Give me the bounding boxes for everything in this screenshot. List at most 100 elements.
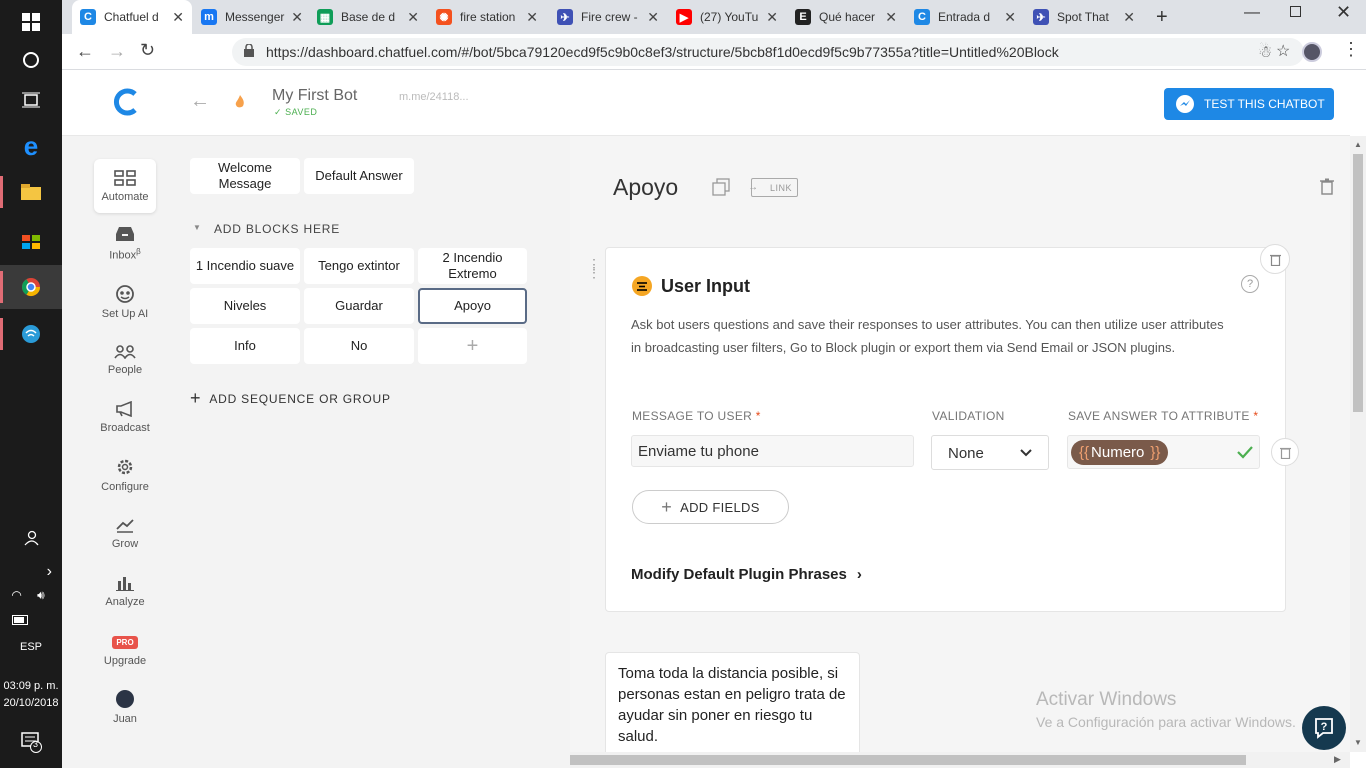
new-tab-button[interactable]: + [1156,6,1168,29]
modify-phrases-link[interactable]: Modify Default Plugin Phrases › [631,566,862,583]
header-back-icon[interactable]: ← [190,90,210,113]
profile-avatar[interactable] [1302,42,1322,62]
add-block-button[interactable]: + [418,328,527,364]
plus-icon: + [190,388,202,408]
add-sequence-button[interactable]: + ADD SEQUENCE OR GROUP [190,388,391,409]
browser-tab[interactable]: ✈ Spot That ✕ [1025,0,1143,34]
scrollbar-thumb[interactable] [1353,154,1363,412]
browser-tab[interactable]: C Entrada d ✕ [906,0,1024,34]
battery-icon[interactable] [0,605,62,635]
nav-item-inbox[interactable]: Inboxβ [94,217,156,271]
copy-icon[interactable] [712,178,730,201]
vertical-scrollbar[interactable]: ▲ ▼ [1350,136,1366,752]
messaging-app-icon[interactable] [0,312,62,356]
delete-field-button[interactable] [1271,438,1299,466]
close-tab-icon[interactable]: ✕ [1123,9,1135,26]
chrome-icon[interactable] [0,265,62,309]
minimize-button[interactable]: — [1244,4,1260,22]
close-tab-icon[interactable]: ✕ [526,9,538,26]
block-item-selected[interactable]: Apoyo [418,288,527,324]
clock-time[interactable]: 03:09 p. m. [0,680,62,692]
close-window-button[interactable]: ✕ [1336,2,1351,23]
browser-tab[interactable]: ▶ (27) YouTu ✕ [668,0,786,34]
close-tab-icon[interactable]: ✕ [766,9,778,26]
text-card[interactable]: Toma toda la distancia posible, si perso… [605,652,860,752]
block-item[interactable]: Guardar [304,288,414,324]
nav-item-configure[interactable]: Configure [94,448,156,502]
message-input[interactable]: Enviame tu phone [631,435,914,467]
saved-status: ✓ SAVED [274,107,318,117]
drag-handle-icon[interactable]: ⋮ ⋮ [587,257,601,279]
cortana-icon[interactable] [0,38,62,82]
browser-tab[interactable]: m Messenger ✕ [193,0,311,34]
nav-item-setup-ai[interactable]: Set Up AI [94,275,156,329]
action-center-icon[interactable]: 3 [0,720,62,764]
block-item[interactable]: Tengo extintor [304,248,414,284]
tab-favicon-icon: ✺ [436,9,452,25]
block-item[interactable]: 2 Incendio Extremo [418,248,527,284]
add-fields-button[interactable]: + ADD FIELDS [632,490,789,524]
clock-date[interactable]: 20/10/2018 [0,697,62,709]
browser-tab[interactable]: ✈ Fire crew - ✕ [549,0,667,34]
support-chat-button[interactable]: ? [1302,706,1346,750]
people-icon [114,344,136,359]
attribute-field[interactable]: {{Numero}} [1067,435,1260,469]
block-item[interactable]: No [304,328,414,364]
block-welcome-message[interactable]: Welcome Message [190,158,300,194]
tab-title: Messenger [225,10,285,24]
nav-item-analyze[interactable]: Analyze [94,564,156,618]
task-view-icon[interactable] [0,78,62,122]
reload-icon[interactable]: ↻ [140,40,155,61]
plugin-title: User Input [661,276,751,296]
maximize-button[interactable] [1290,6,1301,17]
group-title[interactable]: ADD BLOCKS HERE [214,222,340,236]
close-tab-icon[interactable]: ✕ [291,9,303,26]
test-chatbot-button[interactable]: TEST THIS CHATBOT [1164,88,1334,120]
browser-tab[interactable]: ▦ Base de d ✕ [309,0,427,34]
horizontal-scrollbar[interactable]: ▶ [570,752,1350,768]
validation-select[interactable]: None [931,435,1049,470]
forward-icon[interactable]: → [108,41,126,62]
block-item[interactable]: Niveles [190,288,300,324]
nav-item-people[interactable]: People [94,333,156,387]
chatfuel-logo[interactable] [110,86,140,123]
collapse-triangle-icon[interactable]: ▼ [193,223,201,232]
close-tab-icon[interactable]: ✕ [647,9,659,26]
help-icon[interactable]: ? [1241,275,1259,293]
extension-icon[interactable]: ☃ [1258,42,1272,62]
address-bar[interactable]: https://dashboard.chatfuel.com/#/bot/5bc… [232,38,1304,66]
delete-block-icon[interactable] [1320,178,1334,200]
tab-title: Entrada d [938,10,991,24]
bot-link[interactable]: m.me/24118... [399,91,469,103]
file-explorer-icon[interactable] [0,170,62,214]
close-tab-icon[interactable]: ✕ [885,9,897,26]
block-item[interactable]: 1 Incendio suave [190,248,300,284]
ai-icon [116,284,134,303]
nav-item-grow[interactable]: Grow [94,506,156,560]
block-default-answer[interactable]: Default Answer [304,158,414,194]
bookmark-star-icon[interactable]: ☆ [1276,41,1290,61]
browser-tab[interactable]: ✺ fire station ✕ [428,0,546,34]
block-title[interactable]: Apoyo [613,174,678,201]
nav-item-profile[interactable]: Juan [94,680,156,734]
back-icon[interactable]: ← [76,41,94,62]
browser-tab[interactable]: E Qué hacer ✕ [787,0,905,34]
edge-icon[interactable]: e [0,124,62,168]
language-indicator[interactable]: ESP [0,641,62,653]
link-button[interactable]: → LINK [748,178,798,197]
delete-plugin-button[interactable] [1260,244,1290,274]
browser-tab[interactable]: C Chatfuel d ✕ [72,0,192,34]
close-tab-icon[interactable]: ✕ [407,9,419,26]
close-tab-icon[interactable]: ✕ [172,9,184,26]
block-item[interactable]: Info [190,328,300,364]
nav-item-upgrade[interactable]: PRO Upgrade [94,624,156,678]
bot-name[interactable]: My First Bot [272,87,357,105]
nav-item-broadcast[interactable]: Broadcast [94,390,156,444]
nav-item-automate[interactable]: Automate [94,159,156,213]
close-tab-icon[interactable]: ✕ [1004,9,1016,26]
attribute-chip[interactable]: {{Numero}} [1071,440,1169,465]
store-icon[interactable] [0,218,62,262]
hscrollbar-thumb[interactable] [570,755,1246,765]
grow-icon [116,518,134,533]
chrome-menu-icon[interactable]: ⋮ [1342,40,1360,58]
